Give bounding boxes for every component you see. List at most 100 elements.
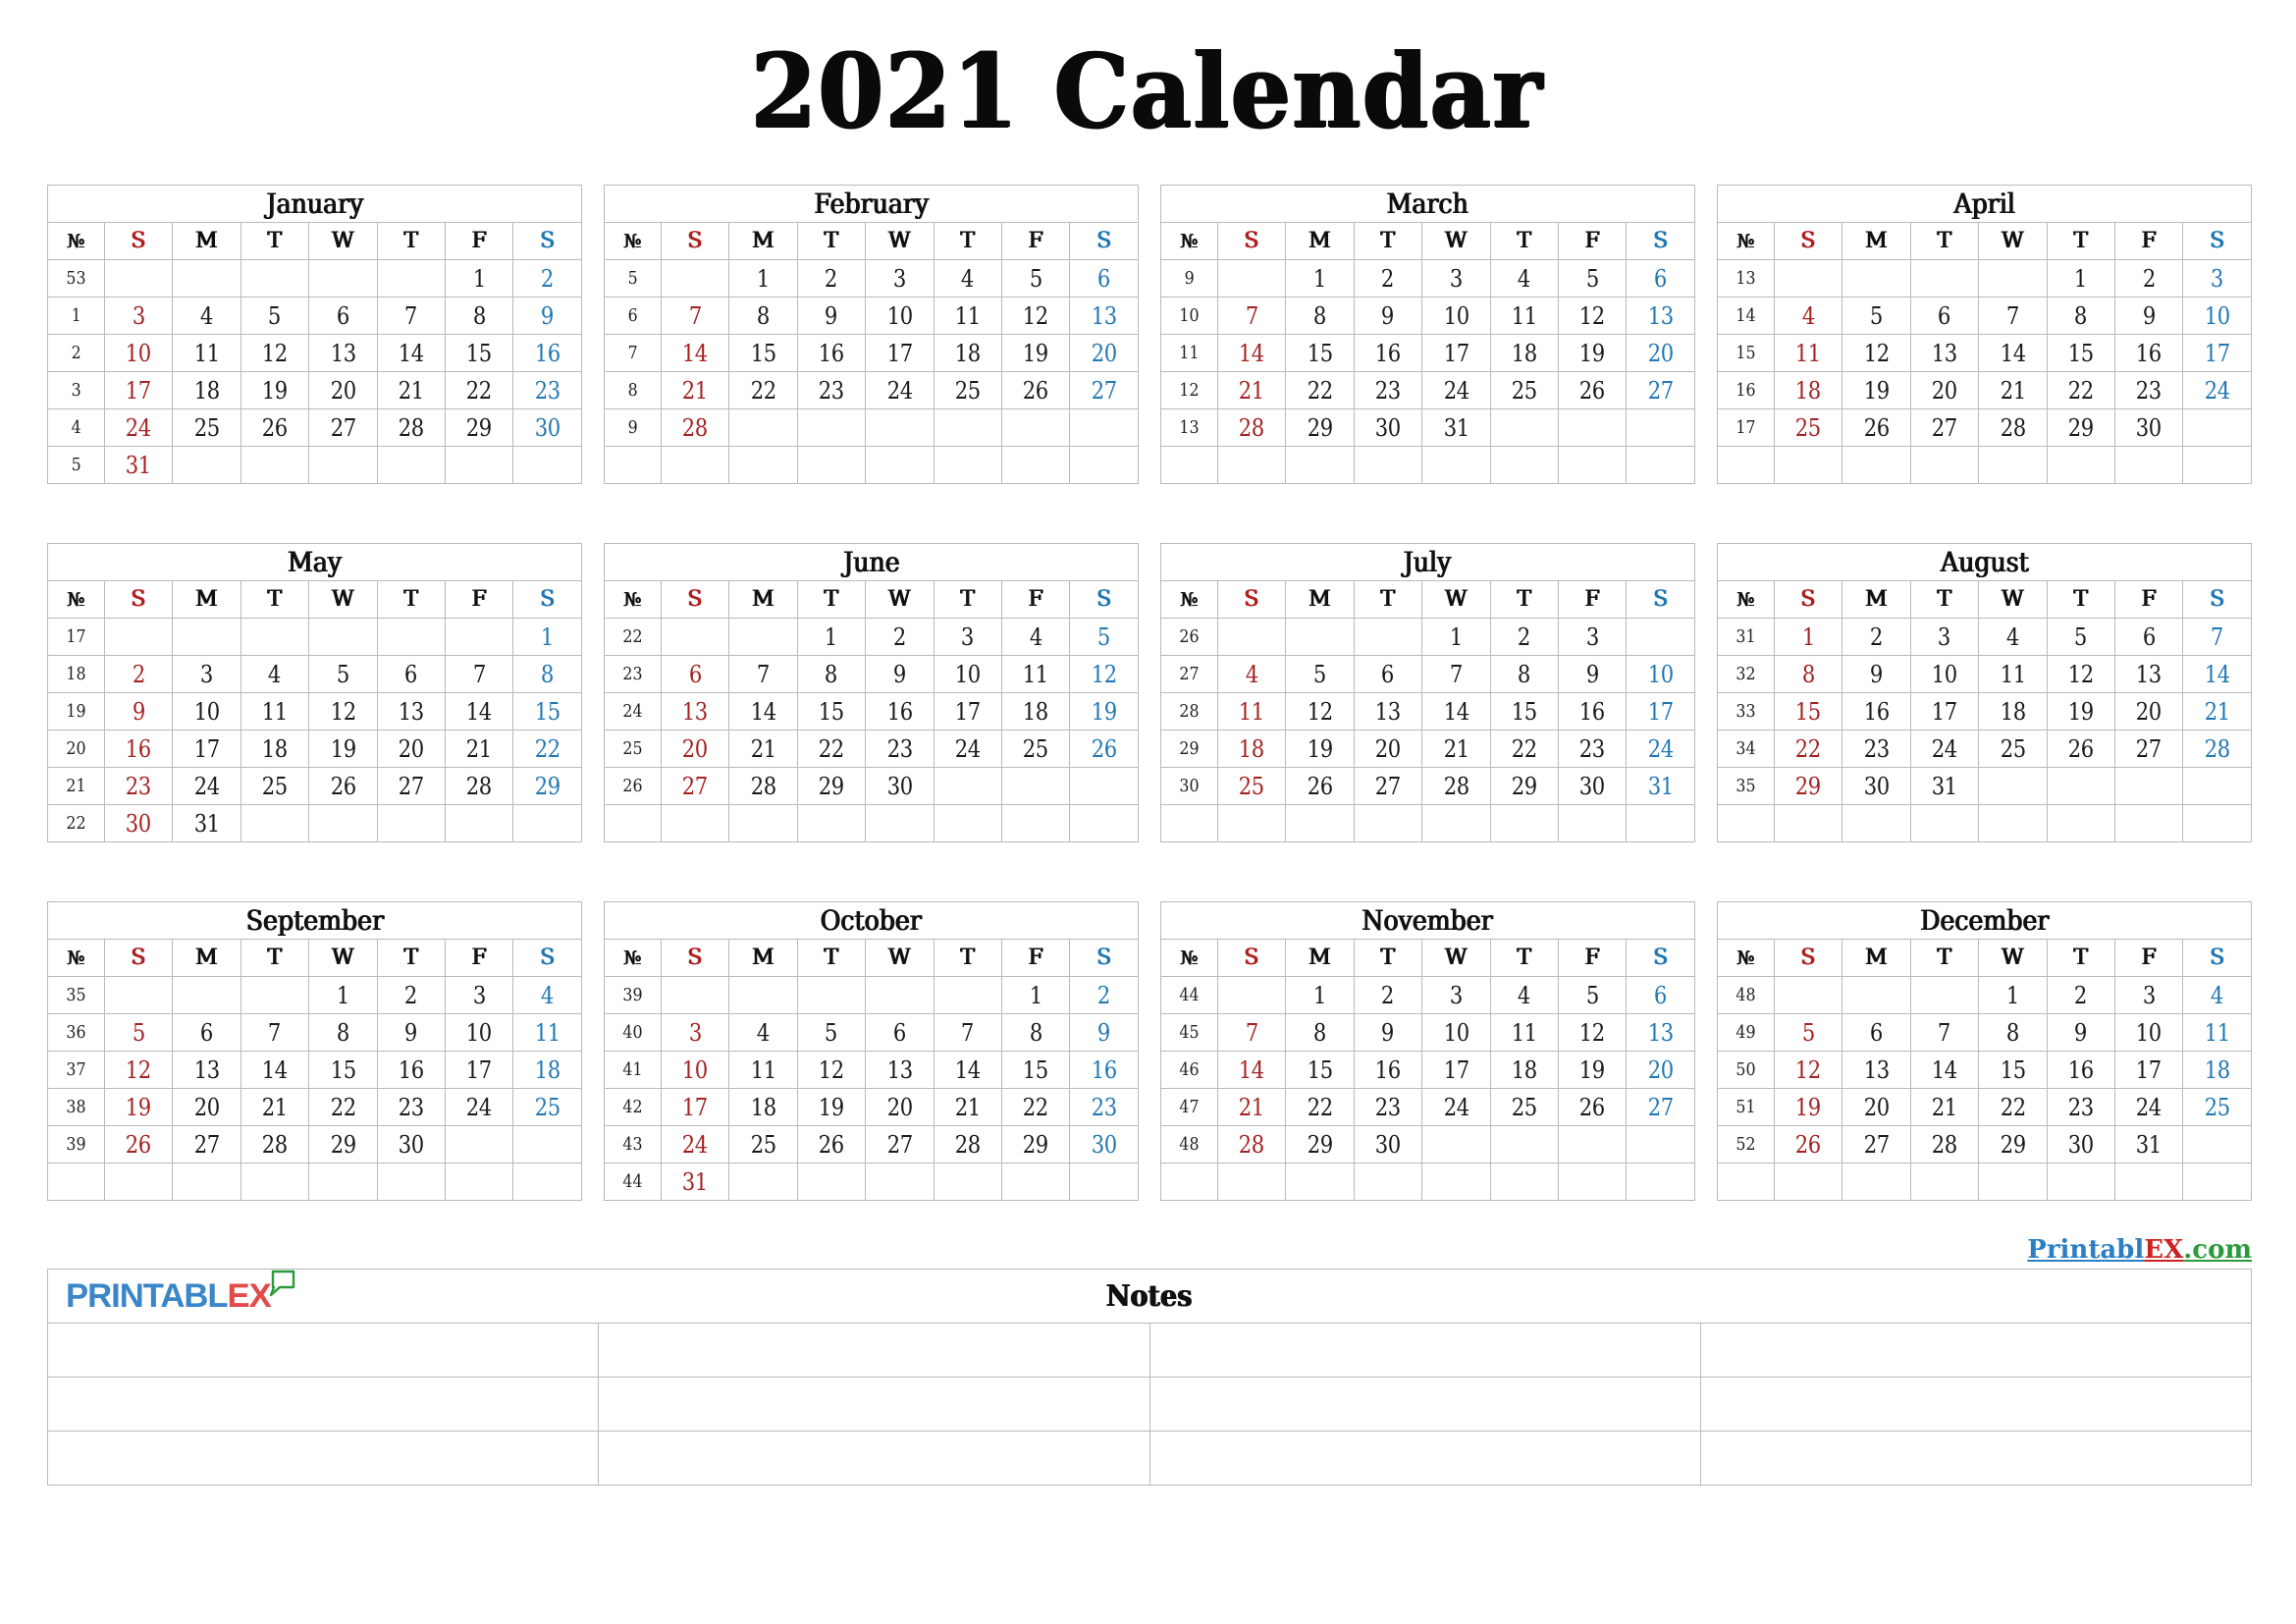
day-cell[interactable]: 7 <box>660 297 730 335</box>
day-cell[interactable]: 29 <box>1773 767 1843 805</box>
day-cell[interactable]: 10 <box>172 692 241 731</box>
day-cell[interactable]: 8 <box>1285 297 1355 335</box>
day-cell[interactable]: 7 <box>728 655 798 693</box>
day-cell[interactable]: 19 <box>103 1088 174 1126</box>
notes-cell[interactable] <box>1699 1323 2253 1378</box>
day-cell[interactable]: 19 <box>308 730 378 768</box>
day-cell[interactable]: 4 <box>933 259 1003 298</box>
day-cell[interactable]: 28 <box>933 1125 1003 1164</box>
day-cell[interactable]: 5 <box>1000 259 1071 298</box>
day-cell[interactable]: 4 <box>172 297 241 335</box>
day-cell[interactable]: 23 <box>2113 371 2184 409</box>
day-cell[interactable]: 9 <box>2113 297 2184 335</box>
day-cell[interactable]: 28 <box>660 408 730 447</box>
day-cell[interactable]: 16 <box>2113 334 2184 372</box>
day-cell[interactable]: 6 <box>1353 655 1423 693</box>
day-cell[interactable]: 15 <box>796 692 867 731</box>
day-cell[interactable]: 30 <box>376 1125 447 1164</box>
day-cell[interactable]: 10 <box>1909 655 1980 693</box>
day-cell[interactable]: 19 <box>1557 334 1628 372</box>
day-cell[interactable]: 4 <box>512 976 582 1014</box>
day-cell[interactable]: 8 <box>444 297 514 335</box>
notes-cell[interactable] <box>598 1323 1150 1378</box>
day-cell[interactable]: 27 <box>1842 1125 1911 1164</box>
day-cell[interactable]: 1 <box>512 618 582 656</box>
day-cell[interactable]: 9 <box>1069 1013 1139 1052</box>
day-cell[interactable]: 19 <box>1000 334 1071 372</box>
day-cell[interactable]: 12 <box>1842 334 1911 372</box>
day-cell[interactable]: 29 <box>2046 408 2116 447</box>
day-cell[interactable]: 28 <box>2182 730 2252 768</box>
day-cell[interactable]: 24 <box>1626 730 1695 768</box>
day-cell[interactable]: 13 <box>660 692 730 731</box>
day-cell[interactable]: 11 <box>1489 1013 1560 1052</box>
day-cell[interactable]: 22 <box>1000 1088 1071 1126</box>
day-cell[interactable]: 15 <box>2046 334 2116 372</box>
day-cell[interactable]: 15 <box>1285 334 1355 372</box>
day-cell[interactable]: 30 <box>2046 1125 2116 1164</box>
notes-cell[interactable] <box>1148 1377 1701 1432</box>
day-cell[interactable]: 9 <box>796 297 867 335</box>
day-cell[interactable]: 20 <box>660 730 730 768</box>
day-cell[interactable]: 20 <box>1626 1051 1695 1089</box>
day-cell[interactable]: 15 <box>1000 1051 1071 1089</box>
day-cell[interactable]: 26 <box>1285 767 1355 805</box>
day-cell[interactable]: 21 <box>933 1088 1003 1126</box>
day-cell[interactable]: 2 <box>2113 259 2184 298</box>
day-cell[interactable]: 4 <box>728 1013 798 1052</box>
day-cell[interactable]: 14 <box>1909 1051 1980 1089</box>
day-cell[interactable]: 2 <box>1489 618 1560 656</box>
day-cell[interactable]: 6 <box>2113 618 2184 656</box>
day-cell[interactable]: 9 <box>865 655 934 693</box>
day-cell[interactable]: 29 <box>796 767 867 805</box>
day-cell[interactable]: 18 <box>1773 371 1843 409</box>
day-cell[interactable]: 12 <box>1069 655 1139 693</box>
day-cell[interactable]: 28 <box>1909 1125 1980 1164</box>
day-cell[interactable]: 17 <box>2182 334 2252 372</box>
day-cell[interactable]: 26 <box>1557 371 1628 409</box>
day-cell[interactable]: 2 <box>1069 976 1139 1014</box>
day-cell[interactable]: 11 <box>1489 297 1560 335</box>
day-cell[interactable]: 6 <box>660 655 730 693</box>
day-cell[interactable]: 20 <box>1069 334 1139 372</box>
day-cell[interactable]: 8 <box>308 1013 378 1052</box>
day-cell[interactable]: 3 <box>1421 259 1491 298</box>
day-cell[interactable]: 28 <box>376 408 447 447</box>
day-cell[interactable]: 9 <box>1842 655 1911 693</box>
day-cell[interactable]: 24 <box>103 408 174 447</box>
day-cell[interactable]: 26 <box>1773 1125 1843 1164</box>
day-cell[interactable]: 19 <box>1069 692 1139 731</box>
day-cell[interactable]: 10 <box>660 1051 730 1089</box>
day-cell[interactable]: 10 <box>865 297 934 335</box>
day-cell[interactable]: 17 <box>1421 334 1491 372</box>
notes-cell[interactable] <box>1699 1377 2253 1432</box>
day-cell[interactable]: 21 <box>444 730 514 768</box>
day-cell[interactable]: 2 <box>2046 976 2116 1014</box>
notes-cell[interactable] <box>1699 1431 2253 1486</box>
day-cell[interactable]: 7 <box>1216 297 1287 335</box>
day-cell[interactable]: 31 <box>2113 1125 2184 1164</box>
day-cell[interactable]: 23 <box>2046 1088 2116 1126</box>
day-cell[interactable]: 6 <box>865 1013 934 1052</box>
day-cell[interactable]: 2 <box>1353 259 1423 298</box>
day-cell[interactable]: 7 <box>1421 655 1491 693</box>
day-cell[interactable]: 4 <box>1216 655 1287 693</box>
notes-cell[interactable] <box>598 1377 1150 1432</box>
day-cell[interactable]: 16 <box>865 692 934 731</box>
day-cell[interactable]: 8 <box>1000 1013 1071 1052</box>
day-cell[interactable]: 10 <box>444 1013 514 1052</box>
day-cell[interactable]: 26 <box>796 1125 867 1164</box>
day-cell[interactable]: 31 <box>660 1163 730 1201</box>
day-cell[interactable]: 6 <box>1069 259 1139 298</box>
day-cell[interactable]: 7 <box>1978 297 2048 335</box>
day-cell[interactable]: 16 <box>1353 1051 1423 1089</box>
day-cell[interactable]: 22 <box>1285 1088 1355 1126</box>
day-cell[interactable]: 21 <box>1216 1088 1287 1126</box>
day-cell[interactable]: 22 <box>1489 730 1560 768</box>
day-cell[interactable]: 30 <box>1353 1125 1423 1164</box>
day-cell[interactable]: 23 <box>512 371 582 409</box>
day-cell[interactable]: 20 <box>865 1088 934 1126</box>
day-cell[interactable]: 20 <box>308 371 378 409</box>
day-cell[interactable]: 31 <box>1909 767 1980 805</box>
day-cell[interactable]: 18 <box>512 1051 582 1089</box>
